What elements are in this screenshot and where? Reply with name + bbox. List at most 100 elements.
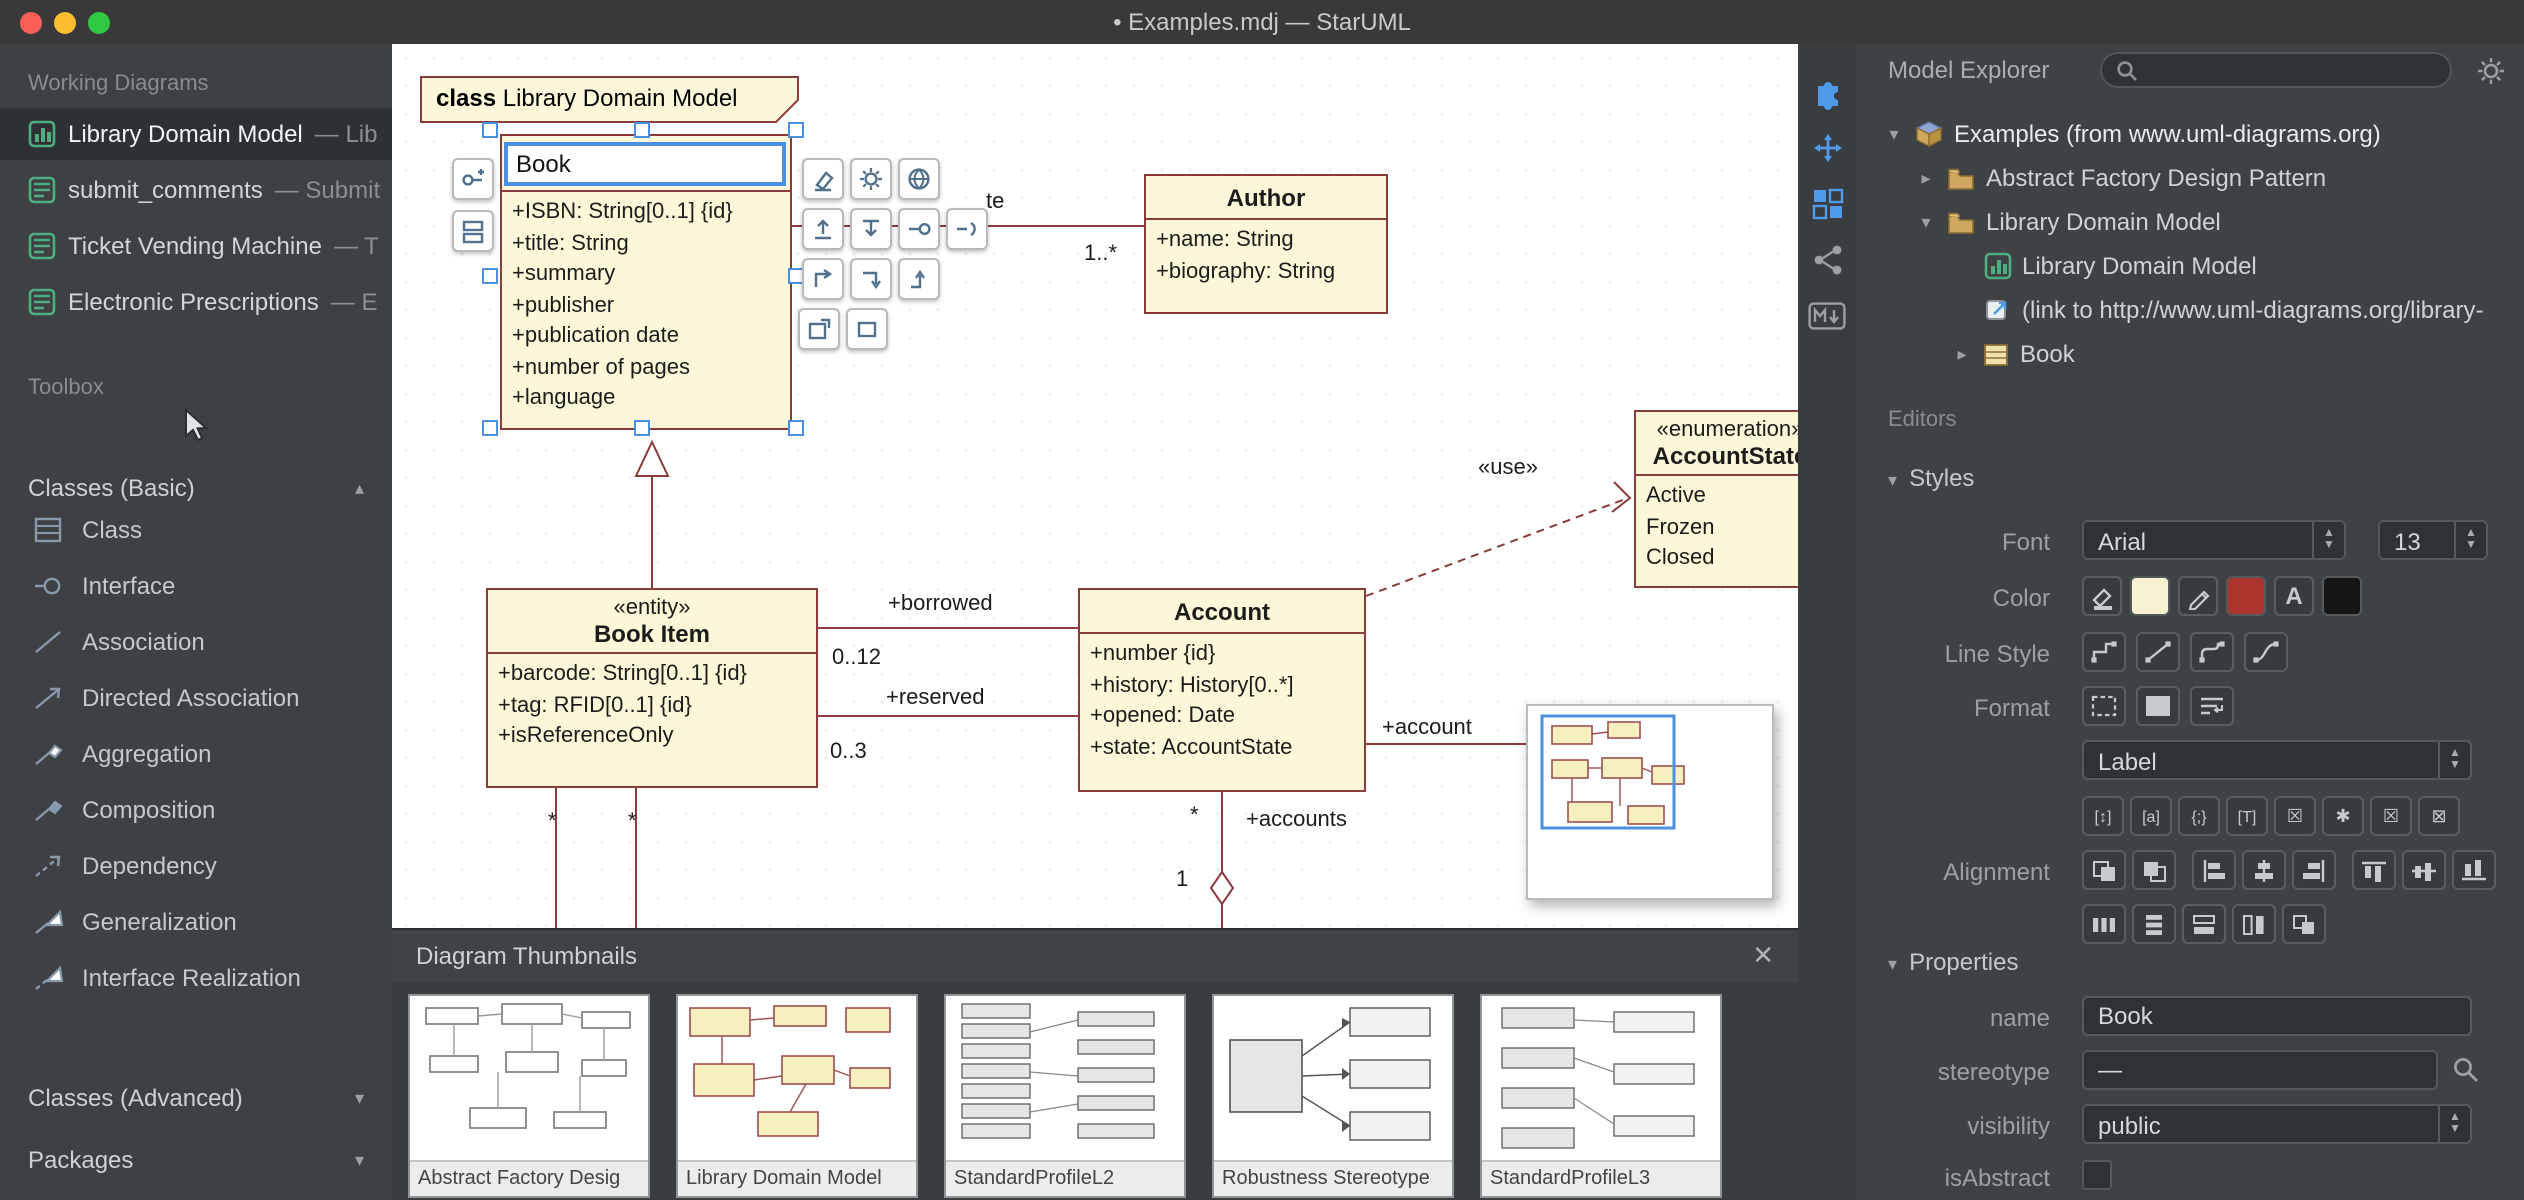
line-color-button[interactable] bbox=[2178, 576, 2218, 616]
search-input[interactable] bbox=[2146, 56, 2434, 84]
line-color-swatch[interactable] bbox=[2226, 576, 2266, 616]
class-name-edit-field[interactable] bbox=[504, 142, 786, 186]
send-to-back-button[interactable] bbox=[2082, 850, 2126, 890]
font-size-stepper[interactable]: 13 ▲ ▼ bbox=[2378, 520, 2488, 560]
rounded-rectilinear-line-button[interactable] bbox=[2190, 632, 2234, 672]
name-input[interactable] bbox=[2082, 996, 2472, 1036]
tool-interface-realization[interactable]: Interface Realization bbox=[0, 950, 392, 1006]
suppress-attributes-toggle-button[interactable]: ☒ bbox=[2274, 796, 2316, 836]
quick-settings-button[interactable] bbox=[850, 158, 892, 200]
visibility-select[interactable]: public ▲ ▼ bbox=[2082, 1104, 2472, 1144]
thumbnail-abstract-factory[interactable]: Abstract Factory Desig bbox=[408, 994, 650, 1198]
tool-generalization[interactable]: Generalization bbox=[0, 894, 392, 950]
selection-handle[interactable] bbox=[634, 122, 650, 138]
enumeration-accountstate[interactable]: «enumeration» AccountState Active Frozen… bbox=[1634, 410, 1798, 588]
font-color-swatch[interactable] bbox=[2322, 576, 2362, 616]
class-author[interactable]: Author +name: String +biography: String bbox=[1144, 174, 1388, 314]
thumbnail-standardprofilel3[interactable]: StandardProfileL3 bbox=[1480, 994, 1722, 1198]
bring-to-front-button[interactable] bbox=[2132, 850, 2176, 890]
stereotype-input[interactable] bbox=[2082, 1050, 2438, 1090]
markdown-icon[interactable] bbox=[1808, 296, 1846, 334]
align-middle-button[interactable] bbox=[2402, 850, 2446, 890]
selection-handle[interactable] bbox=[788, 420, 804, 436]
align-bottom-button[interactable] bbox=[2452, 850, 2496, 890]
stepper-arrows-icon[interactable]: ▲ ▼ bbox=[2454, 522, 2486, 558]
quick-erase-button[interactable] bbox=[802, 158, 844, 200]
gear-icon[interactable] bbox=[2476, 56, 2506, 86]
align-right-button[interactable] bbox=[2292, 850, 2336, 890]
tree-item-library-domain-model-diagram[interactable]: Library Domain Model bbox=[1856, 244, 2524, 288]
properties-section-header[interactable]: ▾ Properties bbox=[1888, 948, 2018, 976]
equal-height-button[interactable] bbox=[2232, 904, 2276, 944]
tool-class[interactable]: Class bbox=[0, 502, 392, 558]
fill-color-swatch[interactable] bbox=[2130, 576, 2170, 616]
align-center-button[interactable] bbox=[2242, 850, 2286, 890]
quick-required-interface-button[interactable] bbox=[946, 208, 988, 250]
font-family-stepper[interactable]: Arial ▲ ▼ bbox=[2082, 520, 2346, 560]
share-icon[interactable] bbox=[1808, 240, 1846, 278]
is-abstract-checkbox[interactable] bbox=[2082, 1160, 2112, 1190]
extensions-icon[interactable] bbox=[1808, 72, 1846, 110]
text-wrap-button[interactable] bbox=[2190, 686, 2234, 726]
quick-add-note-button[interactable] bbox=[846, 308, 888, 350]
filled-shape-button[interactable] bbox=[2136, 686, 2180, 726]
class-book-item[interactable]: «entity» Book Item +barcode: String[0..1… bbox=[486, 588, 818, 788]
stepper-arrows-icon[interactable]: ▲ ▼ bbox=[2312, 522, 2344, 558]
layout-grid-icon[interactable] bbox=[1808, 184, 1846, 222]
diagram-overview-popup[interactable] bbox=[1526, 704, 1774, 900]
move-tool-icon[interactable] bbox=[1808, 128, 1846, 166]
tree-item-library-domain-model-pkg[interactable]: ▾ Library Domain Model bbox=[1856, 200, 2524, 244]
align-top-button[interactable] bbox=[2352, 850, 2396, 890]
quick-add-attribute-button[interactable] bbox=[850, 208, 892, 250]
quick-add-linked-diagram-button[interactable] bbox=[798, 308, 840, 350]
oblique-line-button[interactable] bbox=[2136, 632, 2180, 672]
section-packages[interactable]: Packages ▾ bbox=[0, 1136, 392, 1184]
quick-add-compartment-button[interactable] bbox=[452, 210, 494, 252]
tree-item-examples[interactable]: ▾ Examples (from www.uml-diagrams.org) bbox=[1856, 112, 2524, 156]
curve-line-button[interactable] bbox=[2244, 632, 2288, 672]
stereotype-search-icon[interactable] bbox=[2452, 1056, 2480, 1084]
stepper-arrows-icon[interactable]: ▲ ▼ bbox=[2438, 742, 2470, 778]
tool-composition[interactable]: Composition bbox=[0, 782, 392, 838]
sidebar-item-submit-comments[interactable]: submit_comments — Submit bbox=[0, 164, 392, 216]
stereotype-display-select[interactable]: Label ▲ ▼ bbox=[2082, 740, 2472, 780]
sidebar-item-electronic-prescriptions[interactable]: Electronic Prescriptions — E bbox=[0, 276, 392, 328]
quick-association-up-button[interactable] bbox=[898, 258, 940, 300]
font-color-button[interactable]: A bbox=[2274, 576, 2314, 616]
close-panel-icon[interactable]: ✕ bbox=[1752, 940, 1774, 972]
show-visibility-toggle-button[interactable]: ✱ bbox=[2322, 796, 2364, 836]
selection-handle[interactable] bbox=[482, 420, 498, 436]
selection-handle[interactable] bbox=[482, 268, 498, 284]
styles-section-header[interactable]: ▾ Styles bbox=[1888, 464, 1974, 492]
distribute-vertical-button[interactable] bbox=[2132, 904, 2176, 944]
tree-item-book[interactable]: ▸ Book bbox=[1856, 332, 2524, 376]
thumbnail-standardprofilel2[interactable]: StandardProfileL2 bbox=[944, 994, 1186, 1198]
thumbnail-robustness-stereotypes[interactable]: Robustness Stereotype bbox=[1212, 994, 1454, 1198]
sidebar-item-ticket-vending-machine[interactable]: Ticket Vending Machine — T bbox=[0, 220, 392, 272]
align-left-button[interactable] bbox=[2192, 850, 2236, 890]
thumbnail-library-domain-model[interactable]: Library Domain Model bbox=[676, 994, 918, 1198]
quick-association-right-button[interactable] bbox=[802, 258, 844, 300]
tool-interface[interactable]: Interface bbox=[0, 558, 392, 614]
quick-add-to-container-button[interactable] bbox=[802, 208, 844, 250]
selection-handle[interactable] bbox=[634, 420, 650, 436]
chevron-down-icon[interactable]: ▾ bbox=[1884, 123, 1904, 145]
tree-item-abstract-factory[interactable]: ▸ Abstract Factory Design Pattern bbox=[1856, 156, 2524, 200]
cursor-icon[interactable] bbox=[180, 408, 214, 444]
equal-width-button[interactable] bbox=[2182, 904, 2226, 944]
selection-handle[interactable] bbox=[788, 122, 804, 138]
quick-provided-interface-button[interactable] bbox=[898, 208, 940, 250]
show-type-toggle-button[interactable]: [T] bbox=[2226, 796, 2268, 836]
dashed-border-button[interactable] bbox=[2082, 686, 2126, 726]
show-shadow-toggle-button[interactable]: [a] bbox=[2130, 796, 2172, 836]
word-wrap-toggle-button[interactable]: [↕] bbox=[2082, 796, 2124, 836]
selection-handle[interactable] bbox=[482, 122, 498, 138]
stepper-arrows-icon[interactable]: ▲ ▼ bbox=[2438, 1106, 2470, 1142]
tool-aggregation[interactable]: Aggregation bbox=[0, 726, 392, 782]
quick-link-button[interactable] bbox=[898, 158, 940, 200]
tree-item-hyperlink[interactable]: (link to http://www.uml-diagrams.org/lib… bbox=[1856, 288, 2524, 332]
equal-size-button[interactable] bbox=[2282, 904, 2326, 944]
quick-add-port-button[interactable] bbox=[452, 158, 494, 200]
quick-association-down-button[interactable] bbox=[850, 258, 892, 300]
tool-dependency[interactable]: Dependency bbox=[0, 838, 392, 894]
